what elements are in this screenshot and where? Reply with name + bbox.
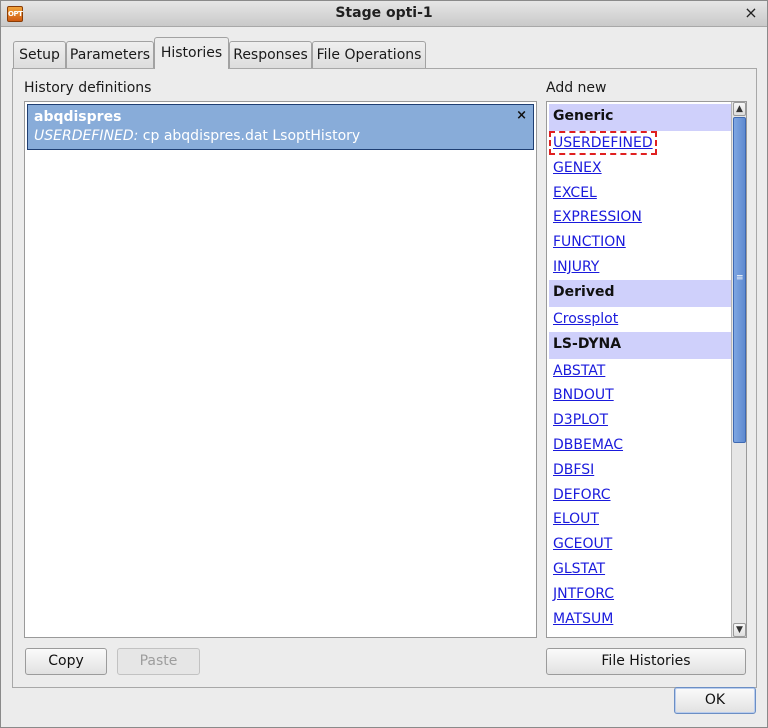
- add-glstat-link[interactable]: GLSTAT: [549, 557, 731, 582]
- add-new-list: Generic USERDEFINED GENEX EXCEL EXPRESSI…: [546, 101, 747, 638]
- group-header-derived: Derived: [549, 279, 731, 307]
- add-expression-link[interactable]: EXPRESSION: [549, 205, 731, 230]
- tab-parameters[interactable]: Parameters: [66, 41, 154, 69]
- add-gceout-link[interactable]: GCEOUT: [549, 532, 731, 557]
- title-bar[interactable]: OPT Stage opti-1 ×: [1, 1, 767, 27]
- ok-button[interactable]: OK: [674, 687, 756, 714]
- history-item-abqdispres[interactable]: abqdispres USERDEFINED: cp abqdispres.da…: [27, 104, 534, 150]
- vertical-scrollbar[interactable]: ▲ ≡ ▼: [731, 102, 746, 637]
- add-userdefined-label: USERDEFINED: [549, 131, 657, 155]
- tab-setup[interactable]: Setup: [13, 41, 66, 69]
- add-userdefined-link[interactable]: USERDEFINED: [549, 131, 731, 156]
- add-elout-link[interactable]: ELOUT: [549, 507, 731, 532]
- dialog-window: OPT Stage opti-1 × Setup Parameters Hist…: [0, 0, 768, 728]
- group-header-ls-dyna: LS-DYNA: [549, 331, 731, 359]
- add-dbbemac-link[interactable]: DBBEMAC: [549, 433, 731, 458]
- add-new-label: Add new: [546, 80, 607, 96]
- add-d3plot-link[interactable]: D3PLOT: [549, 408, 731, 433]
- delete-history-icon[interactable]: ×: [516, 108, 527, 123]
- scroll-down-icon[interactable]: ▼: [733, 623, 746, 637]
- add-genex-link[interactable]: GENEX: [549, 156, 731, 181]
- tab-file-operations[interactable]: File Operations: [312, 41, 426, 69]
- copy-button[interactable]: Copy: [25, 648, 107, 675]
- history-definitions-list[interactable]: abqdispres USERDEFINED: cp abqdispres.da…: [24, 101, 537, 638]
- add-function-link[interactable]: FUNCTION: [549, 230, 731, 255]
- add-abstat-link[interactable]: ABSTAT: [549, 359, 731, 384]
- add-dbfsi-link[interactable]: DBFSI: [549, 458, 731, 483]
- scrollbar-thumb[interactable]: ≡: [733, 117, 746, 443]
- add-excel-link[interactable]: EXCEL: [549, 181, 731, 206]
- history-item-name: abqdispres: [34, 109, 122, 125]
- tab-responses[interactable]: Responses: [229, 41, 312, 69]
- grip-icon: ≡: [736, 273, 744, 283]
- add-jntforc-link[interactable]: JNTFORC: [549, 582, 731, 607]
- scroll-up-icon[interactable]: ▲: [733, 102, 746, 116]
- add-injury-link[interactable]: INJURY: [549, 255, 731, 280]
- window-title: Stage opti-1: [335, 5, 433, 21]
- group-header-generic: Generic: [549, 104, 731, 131]
- histories-panel: History definitions abqdispres USERDEFIN…: [12, 68, 757, 688]
- history-definitions-label: History definitions: [24, 80, 152, 96]
- add-bndout-link[interactable]: BNDOUT: [549, 383, 731, 408]
- add-new-items: Generic USERDEFINED GENEX EXCEL EXPRESSI…: [549, 104, 731, 631]
- history-item-description: USERDEFINED: cp abqdispres.dat LsoptHist…: [34, 128, 360, 144]
- add-deforc-link[interactable]: DEFORC: [549, 483, 731, 508]
- history-item-type: USERDEFINED:: [34, 128, 139, 144]
- tab-histories[interactable]: Histories: [154, 37, 229, 69]
- history-item-command: cp abqdispres.dat LsoptHistory: [138, 128, 361, 144]
- close-icon[interactable]: ×: [743, 4, 759, 22]
- add-matsum-link[interactable]: MATSUM: [549, 607, 731, 632]
- add-crossplot-link[interactable]: Crossplot: [549, 307, 731, 332]
- file-histories-button[interactable]: File Histories: [546, 648, 746, 675]
- paste-button[interactable]: Paste: [117, 648, 200, 675]
